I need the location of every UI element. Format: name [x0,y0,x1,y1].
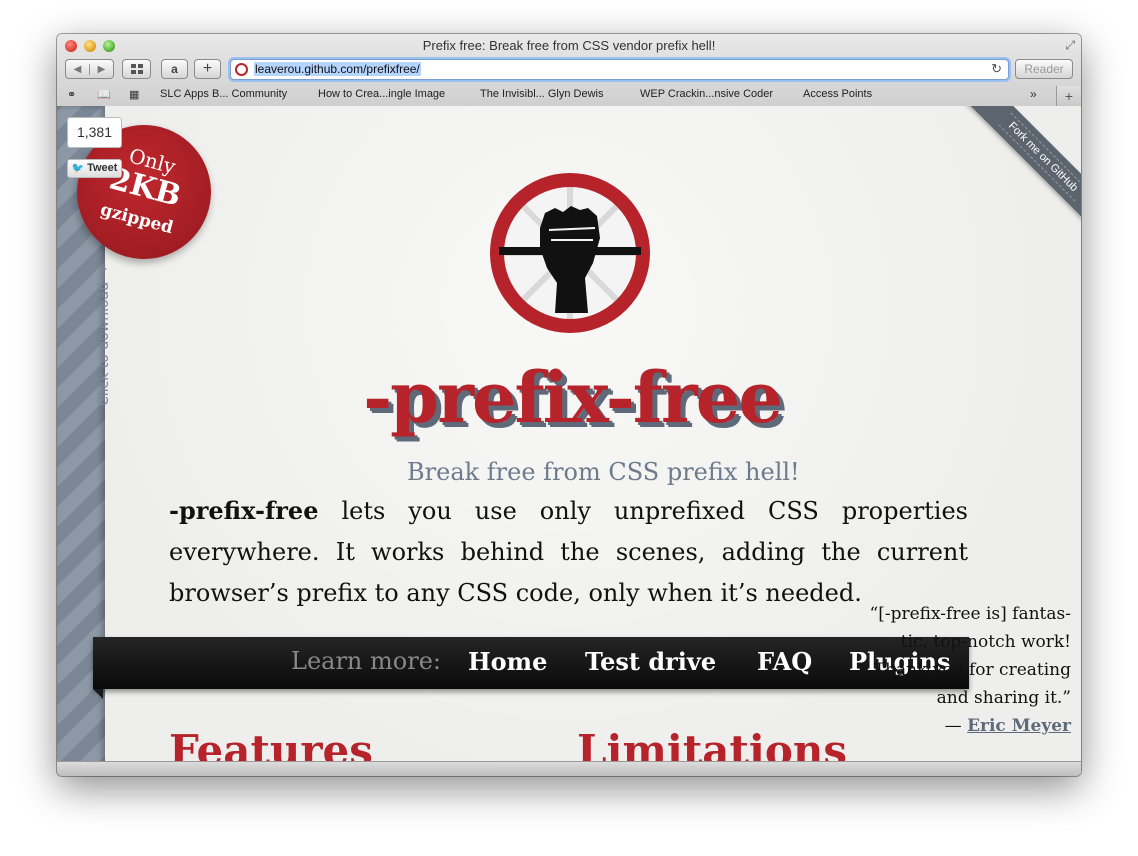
url-text[interactable]: leaverou.github.com/prefixfree/ [254,62,421,76]
bookmark-item[interactable]: The Invisibl... Glyn Dewis [480,88,603,100]
amazon-extension-button[interactable]: a [161,59,188,79]
back-arrow-icon[interactable]: ◀ [66,64,89,75]
bookmark-item[interactable]: SLC Apps B... Community [160,88,287,100]
navbar-fold [93,689,103,699]
grid-icon[interactable]: ▦ [129,88,139,101]
bookmarks-overflow-icon[interactable]: » [1030,87,1037,101]
fullscreen-icon[interactable]: ⤢ [1065,38,1075,53]
reader-button[interactable]: Reader [1015,59,1073,79]
nav-link-home[interactable]: Home [468,647,547,676]
browser-toolbar: Prefix free: Break free from CSS vendor … [57,34,1081,107]
quote-author-line: — Eric Meyer [847,712,1071,740]
tweet-button[interactable]: 🐦 Tweet [67,159,122,178]
bookmark-item[interactable]: How to Crea...ingle Image [318,88,445,100]
reading-list-icon[interactable]: ⚭ [67,88,76,101]
page-tagline: Break free from CSS prefix hell! [407,458,800,486]
bookmark-item[interactable]: WEP Crackin...nsive Coder [640,88,773,100]
page-viewport: Click to download → Only 2KB gzipped 1,3… [57,106,1081,776]
forward-arrow-icon[interactable]: ▶ [89,63,113,75]
top-sites-button[interactable] [122,59,151,79]
bookmark-item[interactable]: Access Points [803,88,872,100]
browser-window: Prefix free: Break free from CSS vendor … [57,34,1081,776]
learn-more-navbar: Learn more: Home Test drive FAQ Plugins [93,637,969,689]
nav-link-test-drive[interactable]: Test drive [585,647,716,676]
bookmarks-bar: ⚭ 📖 ▦ SLC Apps B... Community How to Cre… [57,86,1081,104]
new-tab-button[interactable]: + [1056,86,1081,106]
reload-icon[interactable]: ↻ [991,61,1002,77]
address-bar[interactable]: leaverou.github.com/prefixfree/ ↻ [230,59,1009,80]
learn-more-label: Learn more: [291,647,441,675]
raised-fist-logo [490,173,650,333]
window-title: Prefix free: Break free from CSS vendor … [422,38,716,53]
intro-bold: -prefix-free [169,496,319,525]
twitter-bird-icon: 🐦 [71,163,85,174]
quote-dash: — [944,716,968,736]
quote-text: “[-prefix-free is] fantas-tic, top-notch… [869,604,1071,708]
fork-github-ribbon[interactable]: Fork me on GitHub [947,106,1081,253]
book-icon[interactable]: 📖 [97,88,111,101]
site-favicon-icon [235,63,248,76]
page-title: -prefix-free [363,356,783,439]
tweet-count[interactable]: 1,381 [67,117,122,148]
testimonial-quote: “[-prefix-free is] fantas-tic, top-notch… [847,600,1071,740]
intro-paragraph: -prefix-free lets you use only unprefixe… [169,490,968,614]
add-bookmark-button[interactable]: + [194,59,221,79]
back-forward-buttons: ◀ ▶ [65,59,114,79]
quote-author-link[interactable]: Eric Meyer [967,716,1071,736]
download-link[interactable]: Click to download → [96,266,112,406]
tweet-label: Tweet [87,162,118,174]
window-bottom-bar [57,761,1081,776]
top-sites-icon [130,64,143,74]
github-ribbon-label: Fork me on GitHub [998,112,1081,202]
nav-link-faq[interactable]: FAQ [757,647,812,676]
